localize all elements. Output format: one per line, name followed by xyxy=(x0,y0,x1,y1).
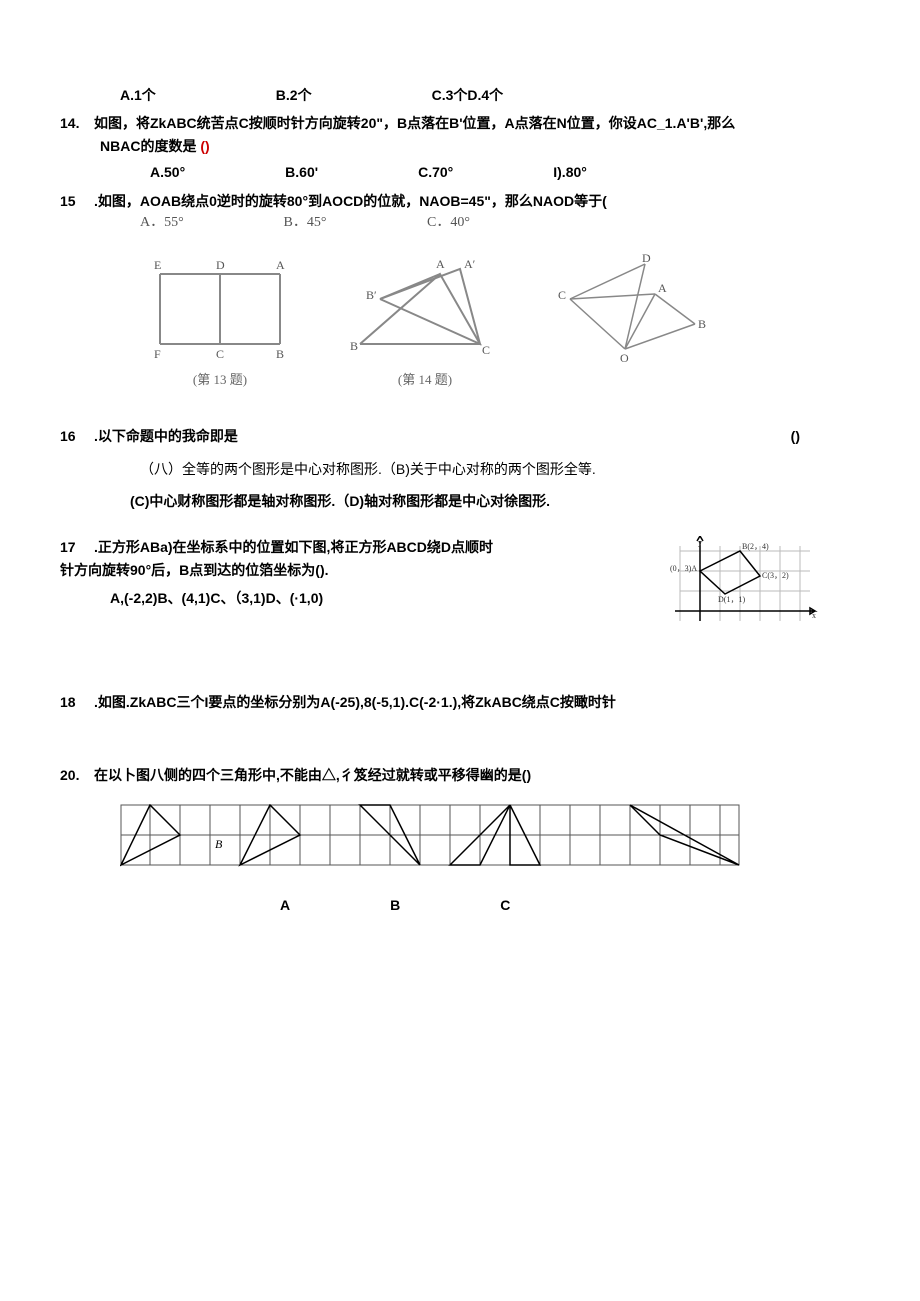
q15-opt-b: B．45° xyxy=(284,212,424,234)
fig13-svg: E D A F C B xyxy=(140,254,300,364)
q15-opt-c: C．40° xyxy=(427,212,567,234)
q17-text1: .正方形ABa)在坐标系中的位置如下图,将正方形ABCD绕D点顺时 xyxy=(94,536,670,558)
q15-opt-a: A．55° xyxy=(140,212,280,234)
q20-labels: A B C xyxy=(280,894,860,916)
q17-opts: A,(-2,2)B、(4,1)C、（3,1)D、(·1,0) xyxy=(110,587,670,609)
fig14-label: (第 14 题) xyxy=(340,370,510,391)
fig13-B: B xyxy=(276,347,284,361)
fig13-label: (第 13 题) xyxy=(140,370,300,391)
fig15-label-empty xyxy=(550,370,710,391)
q18: 18 .如图.ZkABC三个I要点的坐标分别为A(-25),8(-5,1).C(… xyxy=(60,691,860,713)
q14-opt-d: I).80° xyxy=(553,161,587,183)
q16-text: .以下命题中的我命即是 xyxy=(94,425,791,447)
q17-B: B(2，4) xyxy=(742,542,769,551)
q17-text2: 针方向旋转90°后，B点到达的位箔坐标为(). xyxy=(60,559,670,581)
q14: 14. 如图，将ZkABC统苦点C按顺时针方向旋转20"，B点落在B'位置，A点… xyxy=(60,112,860,134)
q17: 17 .正方形ABa)在坐标系中的位置如下图,将正方形ABCD绕D点顺时 针方向… xyxy=(60,536,860,631)
fig14-Ap: A′ xyxy=(464,257,476,271)
figure-14: A A′ B′ B C (第 14 题) xyxy=(340,254,510,391)
q13-options-row: A.1个 B.2个 C.3个D.4个 xyxy=(120,84,860,106)
q14-text2: NBAC的度数是 xyxy=(100,138,196,154)
q17-C: C(3，2) xyxy=(762,571,789,580)
q20-num: 20. xyxy=(60,764,88,786)
fig14-C: C xyxy=(482,343,490,357)
fig15-A: A xyxy=(658,281,667,295)
figures-row: E D A F C B (第 13 题) A A′ B′ B C xyxy=(140,254,860,391)
fig15-C: C xyxy=(558,288,566,302)
fig13-D: D xyxy=(216,258,225,272)
fig14-svg: A A′ B′ B C xyxy=(340,254,510,364)
q17-y: y xyxy=(698,538,702,547)
q16-paren: () xyxy=(791,425,800,447)
fig14-A: A xyxy=(436,257,445,271)
q15-text: .如图，AOAB绕点0逆时的旋转80°到AOCD的位就，NAOB=45"，那么N… xyxy=(94,190,860,212)
fig15-D: D xyxy=(642,254,651,265)
q17-x: x xyxy=(812,611,816,620)
q14-num: 14. xyxy=(60,112,88,134)
fig14-Bp: B′ xyxy=(366,288,377,302)
q13-opt-b: B.2个 xyxy=(276,84,312,106)
q14-text1: 如图，将ZkABC统苦点C按顺时针方向旋转20"，B点落在B'位置，A点落在N位… xyxy=(94,112,860,134)
q13-opt-a: A.1个 xyxy=(120,84,156,106)
q20-lab-c: C xyxy=(500,894,510,916)
q16-line3: (C)中心财称图形都是轴对称图形.（D)轴对称图形都是中心对徐图形. xyxy=(130,490,860,512)
q20-B-letter: B xyxy=(215,837,223,851)
q15-options: A．55° B．45° C．40° xyxy=(140,212,860,234)
q15: 15 .如图，AOAB绕点0逆时的旋转80°到AOCD的位就，NAOB=45"，… xyxy=(60,190,860,212)
q20-svg: B xyxy=(120,804,740,894)
q18-num: 18 xyxy=(60,691,88,713)
figure-15: D A C B O xyxy=(550,254,710,391)
fig15-B: B xyxy=(698,317,706,331)
fig15-O: O xyxy=(620,351,629,364)
q14-text2-row: NBAC的度数是 () xyxy=(100,135,860,157)
q14-options: A.50° B.60' C.70° I).80° xyxy=(150,161,860,183)
q17-svg: y x B(2，4) (0，3)A C(3，2) D(1，1) xyxy=(670,536,820,631)
fig13-F: F xyxy=(154,347,161,361)
fig13-A: A xyxy=(276,258,285,272)
q17-figure: y x B(2，4) (0，3)A C(3，2) D(1，1) xyxy=(670,536,820,631)
figure-13: E D A F C B (第 13 题) xyxy=(140,254,300,391)
q17-D: D(1，1) xyxy=(718,595,745,604)
fig13-E: E xyxy=(154,258,161,272)
fig14-B: B xyxy=(350,339,358,353)
q17-A: (0，3)A xyxy=(670,564,697,573)
q20-lab-a: A xyxy=(280,894,290,916)
q15-num: 15 xyxy=(60,190,88,212)
fig13-C: C xyxy=(216,347,224,361)
q20-text: 在以卜图八侧的四个三角形中,不能由△,彳笈经过就转或平移得幽的是() xyxy=(94,764,860,786)
q20-lab-b: B xyxy=(390,894,400,916)
q20: 20. 在以卜图八侧的四个三角形中,不能由△,彳笈经过就转或平移得幽的是() xyxy=(60,764,860,786)
fig15-svg: D A C B O xyxy=(550,254,710,364)
q18-text: .如图.ZkABC三个I要点的坐标分别为A(-25),8(-5,1).C(-2·… xyxy=(94,691,860,713)
q16: 16 .以下命题中的我命即是 () xyxy=(60,425,860,447)
q14-paren: () xyxy=(200,138,209,154)
q14-opt-c: C.70° xyxy=(418,161,453,183)
q20-figure: B A B C xyxy=(120,804,860,916)
q14-opt-a: A.50° xyxy=(150,161,185,183)
q14-opt-b: B.60' xyxy=(285,161,318,183)
q16-line2: （八）全等的两个图形是中心对称图形.（B)关于中心对称的两个图形全等. xyxy=(140,458,860,480)
q17-num: 17 xyxy=(60,536,88,558)
q16-num: 16 xyxy=(60,425,88,447)
q13-opt-cd: C.3个D.4个 xyxy=(432,84,504,106)
